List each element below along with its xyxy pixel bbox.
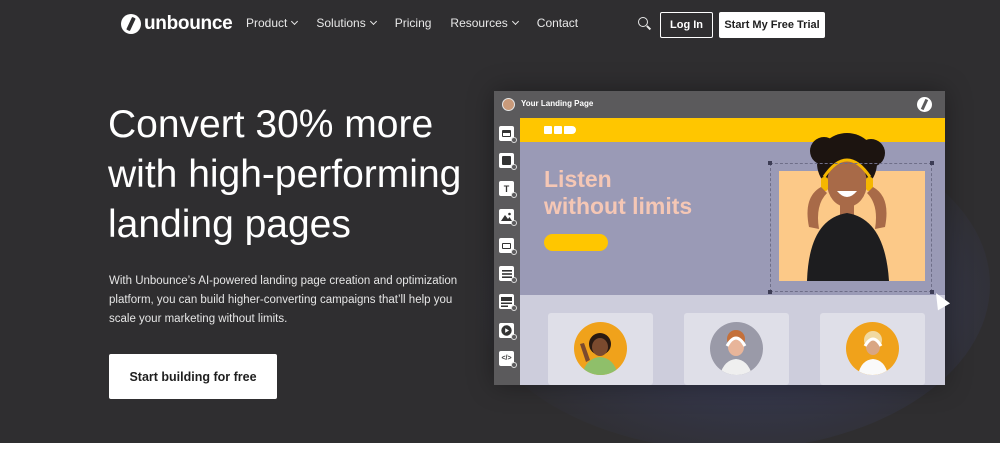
unbounce-logo-icon [121,14,141,34]
menu-item-label: Resources [450,16,508,30]
menu-item-pricing[interactable]: Pricing [395,16,432,30]
list-icon[interactable] [499,294,517,311]
mockup-card-row [520,295,945,385]
menu-item-label: Solutions [316,16,366,30]
mockup-hero-block: Listen without limits [520,133,945,295]
start-building-button[interactable]: Start building for free [109,354,277,399]
card-photo [574,322,627,375]
headline-line: with high-performing [108,153,462,196]
chevron-down-icon [291,17,299,26]
hero-headline: Convert 30% more with high-performing la… [108,100,478,250]
brand-logo[interactable]: unbounce [121,13,233,35]
mockup-cta-pill [544,234,608,251]
mockup-headline-line: without limits [544,193,693,219]
menu-item-label: Contact [536,16,579,30]
video-icon[interactable] [499,323,517,340]
mockup-headline: Listen without limits [544,166,692,220]
brand-name: unbounce [144,13,233,34]
menu-item-solutions[interactable]: Solutions [316,16,377,30]
unbounce-logo-icon [917,97,932,112]
mockup-titlebar: Your Landing Page [494,91,945,118]
subtext-line: platform, you can build higher-convertin… [109,294,453,306]
builder-mockup: Your Landing Page T </> Listen without l… [494,91,945,385]
subtext-line: scale your marketing without limits. [109,313,288,325]
menu-item-contact[interactable]: Contact [537,16,578,30]
box-icon[interactable] [499,153,517,170]
main-menu: Product Solutions Pricing Resources Cont… [246,16,597,30]
chevron-down-icon [511,17,519,26]
headline-line: landing pages [108,203,351,246]
image-icon[interactable] [499,209,517,226]
text-icon[interactable]: T [499,181,517,198]
free-trial-button[interactable]: Start My Free Trial [719,12,825,38]
chevron-down-icon [369,17,377,26]
menu-item-label: Product [246,16,288,30]
mockup-card [684,313,789,385]
mockup-window-title: Your Landing Page [521,99,594,108]
mockup-header-strip [520,118,945,142]
button-icon[interactable] [499,238,517,255]
card-photo [710,322,763,375]
avatar [502,98,515,111]
subtext-line: With Unbounce’s AI-powered landing page … [109,275,458,287]
section-icon[interactable] [499,126,517,143]
form-icon[interactable] [499,266,517,283]
hero-subtext: With Unbounce’s AI-powered landing page … [109,272,469,329]
selection-frame[interactable] [768,161,934,294]
mockup-card [548,313,653,385]
card-photo [846,322,899,375]
search-icon[interactable] [638,17,651,30]
menu-item-product[interactable]: Product [246,16,299,30]
code-icon[interactable]: </> [499,351,517,368]
top-navigation: unbounce Product Solutions Pricing Resou… [0,0,1000,48]
mockup-logo-dots [544,126,578,134]
menu-item-resources[interactable]: Resources [450,16,519,30]
headline-line: Convert 30% more [108,103,434,146]
hero-section: unbounce Product Solutions Pricing Resou… [0,0,1000,443]
builder-toolbar: T </> [494,118,520,385]
login-button[interactable]: Log In [660,12,713,38]
mockup-headline-line: Listen [544,166,612,192]
menu-item-label: Pricing [394,16,432,30]
mockup-card [820,313,925,385]
